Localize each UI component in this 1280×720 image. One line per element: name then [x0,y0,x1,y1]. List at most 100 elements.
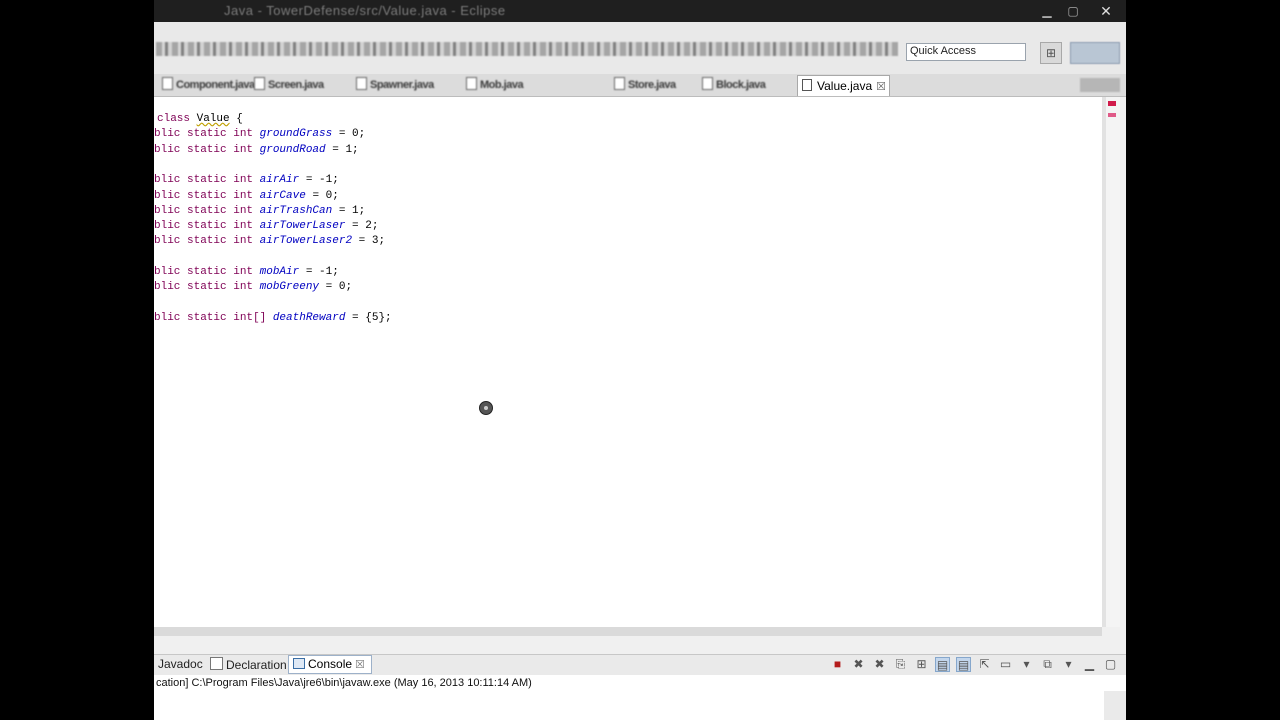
remove-launch-icon[interactable]: ✖ [851,657,866,672]
keyword: blic static int [154,174,260,187]
field-name: groundGrass [259,128,333,141]
title-bar: Java - TowerDefense/src/Value.java - Ecl… [154,0,1126,22]
java-file-icon [702,77,713,90]
minimize-button[interactable]: ▁ [1034,0,1060,22]
keyword: blic static int [154,266,260,278]
code-line: blic static int airAir = -1; [154,174,339,189]
toolbar-buttons[interactable] [156,42,898,56]
editor-tab[interactable]: Store.java [614,77,676,94]
code-text: { [229,113,243,125]
tab-console[interactable]: Console ☒ [288,655,372,674]
eclipse-window: Java - TowerDefense/src/Value.java - Ecl… [154,0,1126,720]
java-file-icon [466,77,477,90]
editor-tab-bar: Component.java Screen.java Spawner.java … [154,74,1126,97]
minimize-maximize-icons[interactable] [1080,78,1120,92]
code-line: blic static int groundRoad = 1; [154,144,359,159]
java-file-icon [802,79,812,91]
copy-icon[interactable]: ⎘ [893,657,908,672]
code-line: blic static int airTowerLaser = 2; [154,220,378,235]
console-toolbar: ■ ✖ ✖ ⎘ ⊞ ▤ ▤ ⇱ ▭ ▾ ⧉ ▾ ▁ ▢ [830,657,1118,672]
maximize-button[interactable]: ▢ [1060,0,1086,22]
quick-access-input[interactable]: Quick Access [906,43,1026,61]
java-perspective-button[interactable] [1070,42,1120,64]
keyword: blic static int [154,128,260,141]
field-name: mobGreeny [259,281,320,294]
keyword: blic static int [154,189,260,202]
declaration-icon [210,657,223,670]
code-text: = 1; [332,204,366,217]
code-editor[interactable]: class Value {blic static int groundGrass… [154,97,1102,627]
warning-marker-icon[interactable] [1108,113,1116,117]
chevron-down-icon[interactable]: ▾ [1061,657,1076,672]
keyword: blic static int[] [154,311,273,324]
mouse-cursor [479,401,493,415]
code-text: = {5}; [345,311,392,324]
code-text: = 2; [345,220,379,233]
code-text: = 3; [352,235,386,248]
console-icon [293,658,305,669]
java-file-icon [254,77,265,90]
editor-tab-value-java[interactable]: Value.java ☒ [797,75,890,96]
scroll-lock-icon[interactable]: ⊞ [914,657,929,672]
terminate-icon[interactable]: ■ [830,657,845,672]
close-tab-icon[interactable]: ☒ [876,81,886,93]
overview-ruler[interactable] [1106,97,1120,627]
code-text: = 0; [305,189,339,202]
console-launch-info: cation] C:\Program Files\Java\jre6\bin\j… [154,675,1126,691]
code-text: = 0; [332,128,366,141]
editor-tab[interactable]: Mob.java [466,77,524,94]
keyword: blic static int [154,235,260,248]
close-button[interactable]: ✕ [1086,0,1126,22]
editor-tab[interactable]: Component.java [162,77,255,94]
show-console-on-stdout-icon[interactable]: ▤ [935,657,950,672]
tab-label: Value.java [817,79,873,93]
console-vertical-scrollbar[interactable] [1104,691,1126,720]
code-line: class Value { [157,113,243,128]
field-name: airTowerLaser2 [259,235,353,248]
bottom-panel-tabs: Javadoc Declaration Console ☒ ■ ✖ ✖ ⎘ ⊞ ▤… [154,654,1126,675]
java-file-icon [162,77,173,90]
remove-all-terminated-icon[interactable]: ✖ [872,657,887,672]
window-title: Java - TowerDefense/src/Value.java - Ecl… [224,3,506,18]
field-name: mobAir [259,266,300,278]
code-line: blic static int[] deathReward = {5}; [154,312,392,327]
console-output[interactable] [154,691,1104,720]
minimize-panel-icon[interactable]: ▁ [1082,657,1097,672]
code-line: blic static int airCave = 0; [154,190,339,205]
field-name: airTowerLaser [259,220,346,233]
display-selected-console-icon[interactable]: ▭ [998,657,1013,672]
open-console-icon[interactable]: ⧉ [1040,657,1055,672]
code-line: blic static int groundGrass = 0; [154,128,365,143]
code-text: = 1; [325,143,359,156]
open-perspective-icon[interactable]: ⊞ [1040,42,1062,64]
code-line: blic static int mobGreeny = 0; [154,281,352,296]
editor-tab[interactable]: Block.java [702,77,766,94]
tab-javadoc[interactable]: Javadoc [158,657,203,671]
keyword: blic static int [154,281,260,294]
pin-console-icon[interactable]: ⇱ [977,657,992,672]
keyword: blic static int [154,204,260,217]
tab-declaration[interactable]: Declaration [210,657,287,672]
window-controls: ▁ ▢ ✕ [1034,0,1126,22]
field-name: airCave [259,189,306,202]
close-tab-icon[interactable]: ☒ [355,659,365,671]
keyword: blic static int [154,220,260,233]
code-text: = -1; [299,266,339,278]
chevron-down-icon[interactable]: ▾ [1019,657,1034,672]
java-file-icon [356,77,367,90]
code-text: = 0; [319,281,353,294]
field-name: airTrashCan [259,204,333,217]
editor-horizontal-scrollbar[interactable] [154,627,1102,636]
keyword: class [157,113,197,125]
error-marker-icon[interactable] [1108,101,1116,106]
field-name: groundRoad [259,143,326,156]
maximize-panel-icon[interactable]: ▢ [1103,657,1118,672]
show-console-on-stderr-icon[interactable]: ▤ [956,657,971,672]
editor-tab[interactable]: Spawner.java [356,77,434,94]
code-line: blic static int airTowerLaser2 = 3; [154,235,385,250]
main-toolbar: Quick Access ⊞ [154,22,1126,75]
java-file-icon [614,77,625,90]
field-name: airAir [259,174,300,187]
keyword: blic static int [154,143,260,156]
editor-tab[interactable]: Screen.java [254,77,324,94]
